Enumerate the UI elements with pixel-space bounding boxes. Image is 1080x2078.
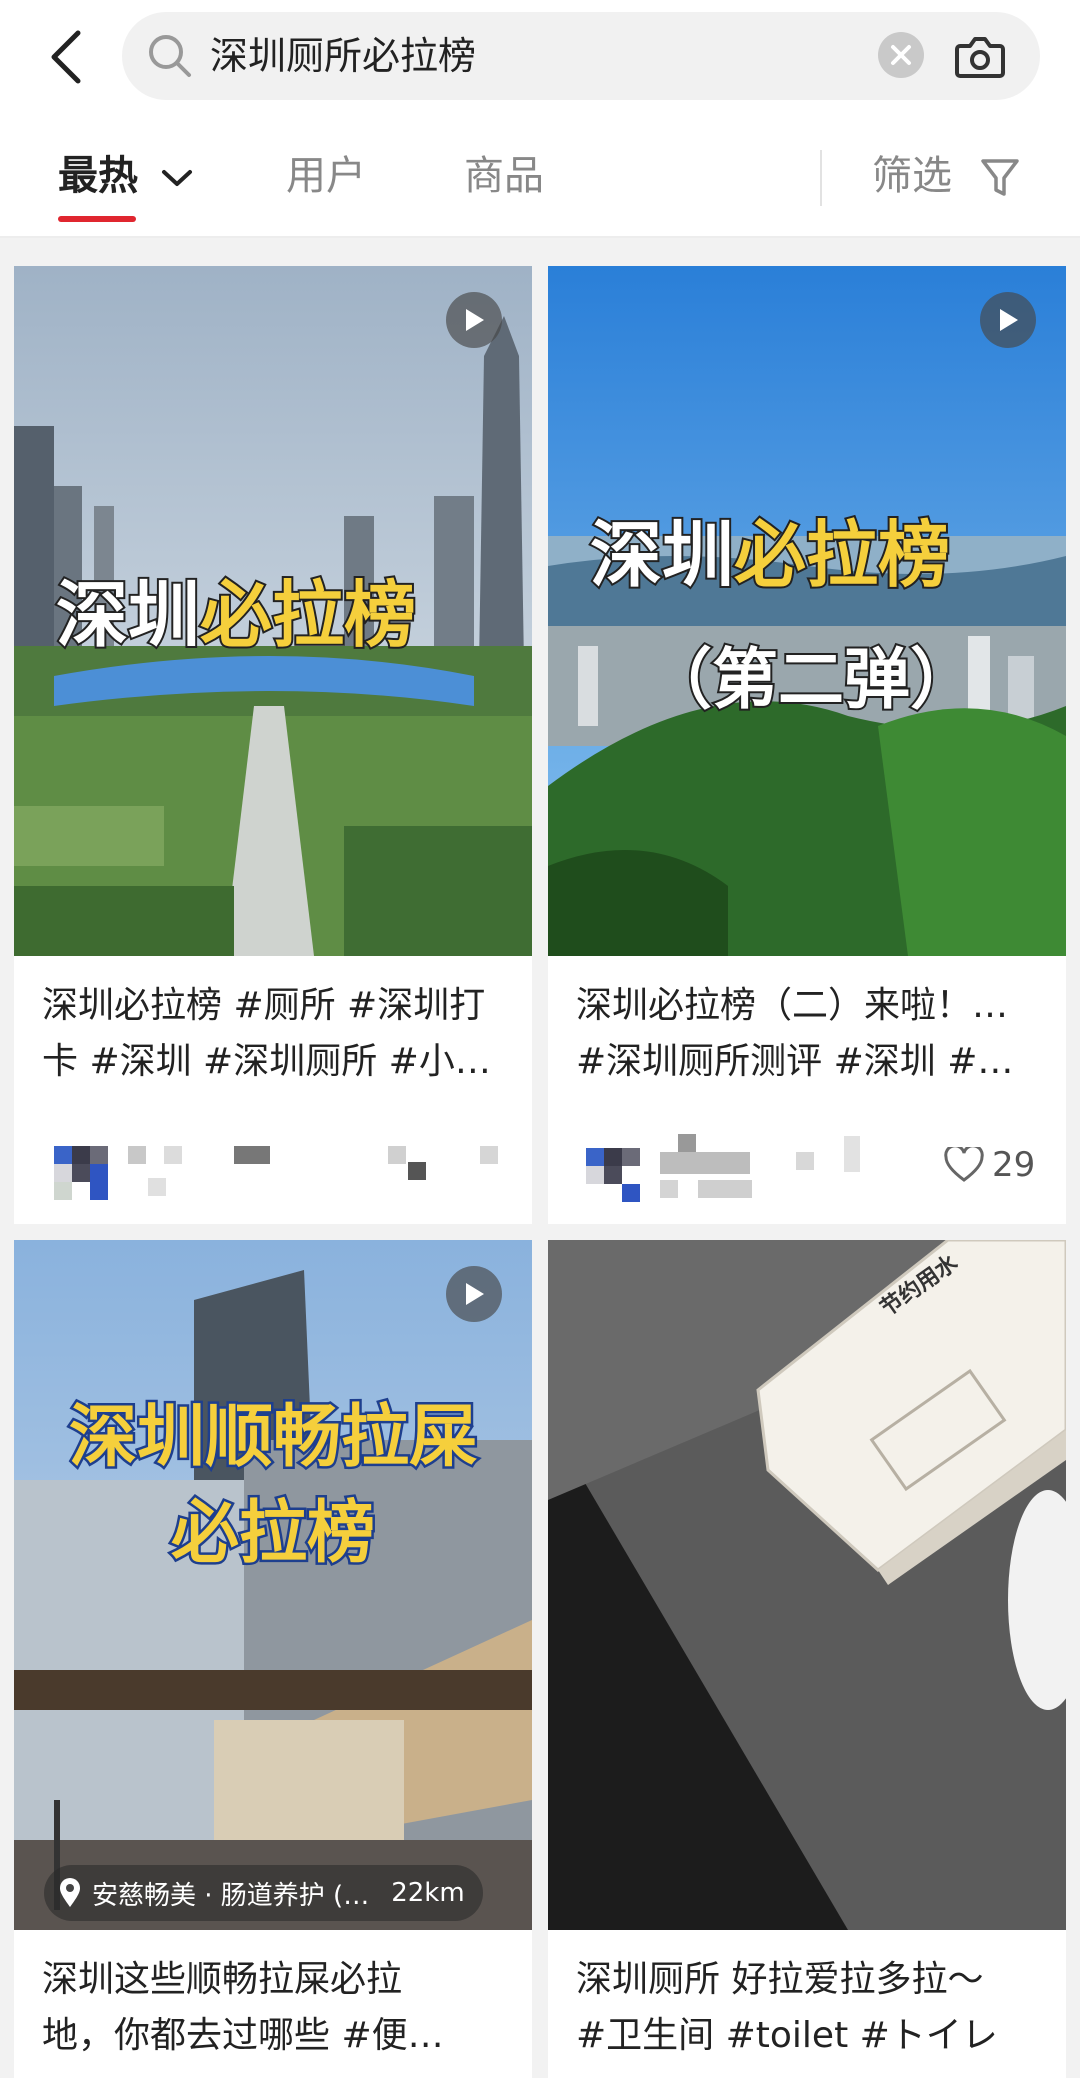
top-bar: 深圳厕所必拉榜 最热 用户 商品 筛选 <box>0 0 1080 238</box>
camera-search-icon[interactable] <box>952 28 1008 84</box>
play-icon <box>466 309 484 331</box>
note-title-line: 深圳这些顺畅拉屎必拉 <box>42 1959 403 2000</box>
divider <box>820 150 822 206</box>
tab-bar: 最热 用户 商品 筛选 <box>0 128 1080 238</box>
search-input[interactable]: 深圳厕所必拉榜 <box>210 28 476 84</box>
author-avatar[interactable] <box>586 1148 640 1202</box>
note-title-line: 卡 #深圳 #深圳厕所 #小… <box>42 1041 491 1082</box>
tab-hot[interactable]: 最热 <box>58 148 194 204</box>
author-avatar[interactable] <box>54 1146 108 1200</box>
cover-title-line: 深圳顺畅拉屎 <box>66 1396 479 1480</box>
cover-title-yellow: 必拉榜 <box>198 571 418 659</box>
play-icon <box>1000 309 1018 331</box>
note-title: 深圳必拉榜 #厕所 #深圳打 卡 #深圳 #深圳厕所 #小… <box>42 978 512 1090</box>
author-name <box>128 1146 508 1202</box>
video-badge <box>980 292 1036 348</box>
note-card[interactable]: 深圳必拉榜 深圳必拉榜 #厕所 #深圳打 卡 #深圳 #深圳厕所 #小… <box>14 266 532 1224</box>
play-icon <box>466 1283 484 1305</box>
note-title: 深圳厕所 好拉爱拉多拉～ #卫生间 #toilet #トイレ <box>576 1952 1046 2064</box>
cover-title-white: 深圳 <box>54 571 202 659</box>
cover-image: 深圳必拉榜 （第二弹） <box>548 266 1066 956</box>
cover-subtitle: （第二弹） <box>644 639 978 720</box>
clear-button[interactable] <box>878 32 924 78</box>
tab-hot-label: 最热 <box>58 153 138 199</box>
filter-icon <box>980 159 1019 196</box>
location-pin-icon <box>60 1878 80 1907</box>
cover-image: 节约用水 <box>548 1240 1066 1930</box>
video-badge <box>446 1266 502 1322</box>
back-button[interactable] <box>40 24 92 90</box>
cover-title-line: 必拉榜 <box>168 1492 377 1576</box>
cover-title-yellow: 必拉榜 <box>732 511 952 599</box>
note-title-line: 深圳必拉榜（二）来啦！… <box>576 985 1009 1026</box>
filter-label: 筛选 <box>872 153 952 199</box>
note-title-line: 深圳厕所 好拉爱拉多拉～ <box>576 1959 984 2000</box>
note-title: 深圳这些顺畅拉屎必拉 地，你都去过哪些 #便… <box>42 1952 512 2064</box>
chevron-down-icon <box>161 170 192 186</box>
note-card[interactable]: 深圳顺畅拉屎 必拉榜 安慈畅美 · 肠道养护 (… 22km 深圳这些顺畅拉屎必… <box>14 1240 532 2078</box>
note-card[interactable]: 深圳必拉榜 （第二弹） 深圳必拉榜（二）来啦！… #深圳厕所测评 #深圳 #… … <box>548 266 1066 1224</box>
cover-title-white: 深圳 <box>588 511 736 599</box>
location-tag[interactable]: 安慈畅美 · 肠道养护 (… 22km <box>44 1865 483 1921</box>
heart-icon <box>944 1147 984 1182</box>
cover-title: 深圳顺畅拉屎 必拉榜 <box>14 1390 532 1582</box>
divider <box>0 236 1080 238</box>
cover-title: 深圳必拉榜 <box>54 556 418 661</box>
note-title-line: 深圳必拉榜 #厕所 #深圳打 <box>42 985 486 1026</box>
active-tab-indicator <box>58 216 136 222</box>
note-card[interactable]: 节约用水 深圳厕所 好拉爱拉多拉～ #卫生间 #toilet #トイレ <box>548 1240 1066 2078</box>
back-arrow-icon <box>51 30 81 84</box>
location-name: 安慈畅美 · 肠道养护 (… <box>92 1880 370 1911</box>
location-distance: 22km <box>391 1878 465 1908</box>
cover-title: 深圳必拉榜 <box>588 496 952 601</box>
search-icon <box>149 35 191 77</box>
note-title-line: #卫生间 #toilet #トイレ <box>576 2015 998 2056</box>
like-button[interactable]: 29 <box>944 1140 1035 1190</box>
note-title: 深圳必拉榜（二）来啦！… #深圳厕所测评 #深圳 #… <box>576 978 1046 1090</box>
cover-image: 深圳必拉榜 <box>14 266 532 956</box>
close-icon <box>891 45 911 65</box>
search-box[interactable]: 深圳厕所必拉榜 <box>122 12 1040 100</box>
tab-goods[interactable]: 商品 <box>464 148 544 204</box>
video-badge <box>446 292 502 348</box>
like-count: 29 <box>992 1145 1036 1185</box>
note-title-line: 地，你都去过哪些 #便… <box>42 2015 444 2056</box>
filter-button[interactable]: 筛选 <box>872 148 1021 204</box>
author-name <box>660 1132 860 1202</box>
tab-users[interactable]: 用户 <box>286 148 366 204</box>
note-title-line: #深圳厕所测评 #深圳 #… <box>576 1041 1014 1082</box>
cover-image: 深圳顺畅拉屎 必拉榜 安慈畅美 · 肠道养护 (… 22km <box>14 1240 532 1930</box>
